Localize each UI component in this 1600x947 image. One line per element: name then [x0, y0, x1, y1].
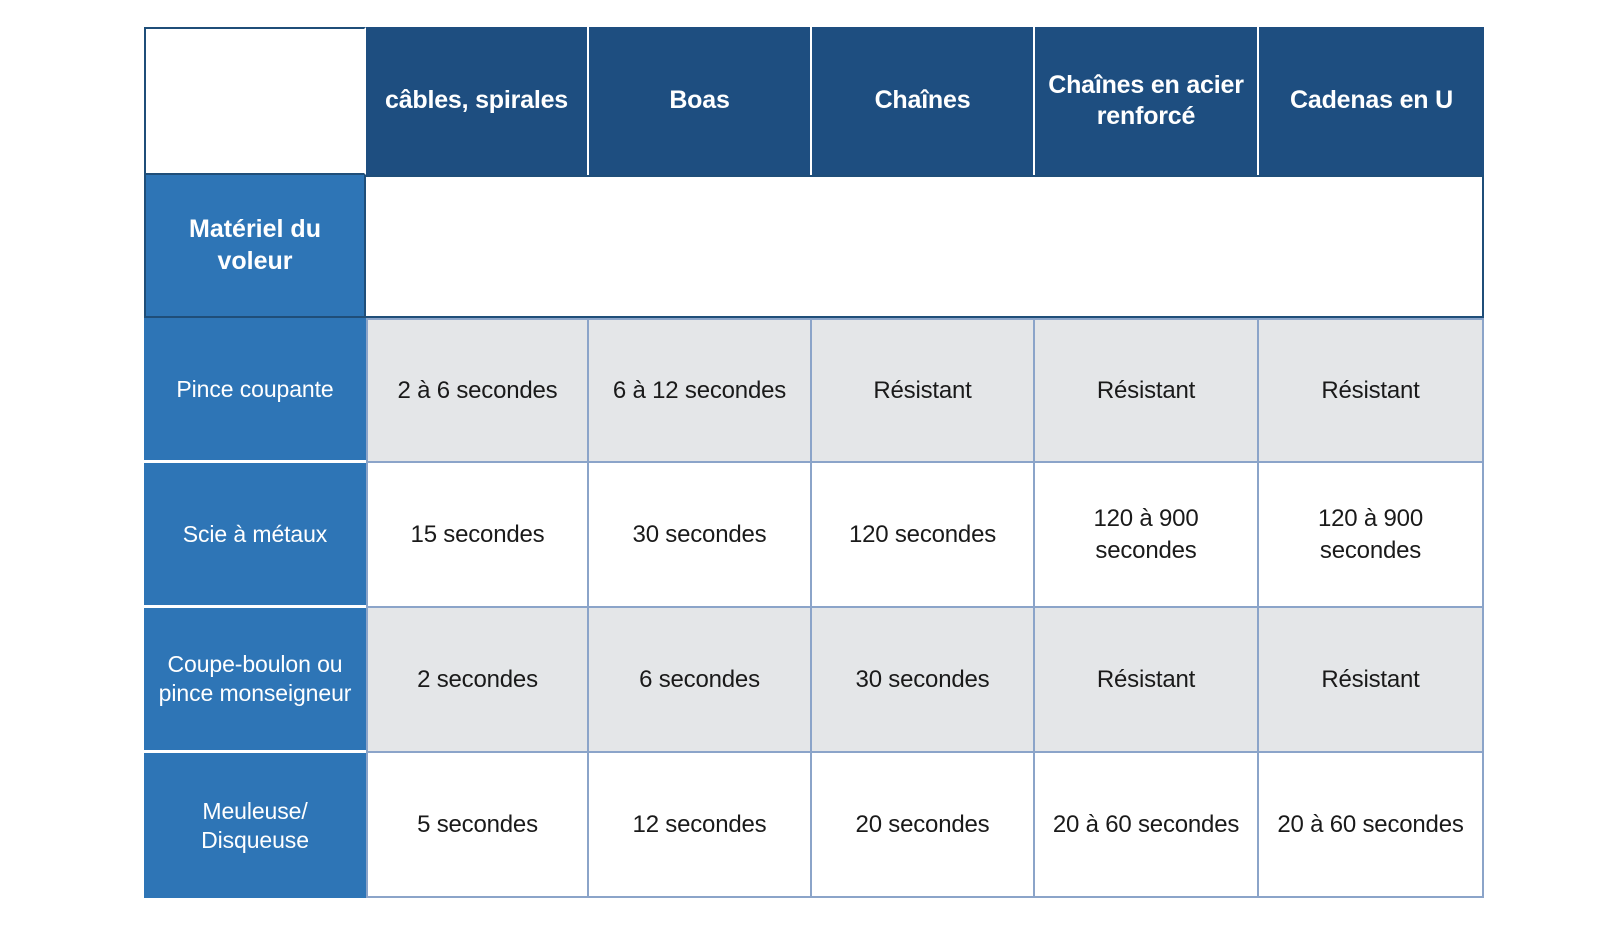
- table-row: Meuleuse/ Disqueuse 5 secondes 12 second…: [144, 753, 1484, 898]
- cell-scie-a-metaux-boas: 30 secondes: [589, 463, 812, 608]
- cell-scie-a-metaux-cables: 15 secondes: [366, 463, 589, 608]
- row-group-header-materiel-du-voleur: Matériel du voleur: [144, 175, 366, 318]
- cell-meuleuse-boas: 12 secondes: [589, 753, 812, 898]
- lock-resistance-table: câbles, spirales Boas Chaînes Chaînes en…: [144, 27, 1484, 898]
- table-row: Scie à métaux 15 secondes 30 secondes 12…: [144, 463, 1484, 608]
- cell-pince-coupante-chaines-acier: Résistant: [1035, 318, 1259, 463]
- column-header-boas: Boas: [589, 27, 812, 175]
- cell-meuleuse-cadenas-u: 20 à 60 secondes: [1259, 753, 1484, 898]
- table-row: Coupe-boulon ou pince monseigneur 2 seco…: [144, 608, 1484, 753]
- cell-pince-coupante-chaines: Résistant: [812, 318, 1035, 463]
- cell-coupe-boulon-boas: 6 secondes: [589, 608, 812, 753]
- table-row: Pince coupante 2 à 6 secondes 6 à 12 sec…: [144, 318, 1484, 463]
- cell-meuleuse-chaines-acier: 20 à 60 secondes: [1035, 753, 1259, 898]
- cell-coupe-boulon-cables: 2 secondes: [366, 608, 589, 753]
- row-label-meuleuse-disqueuse: Meuleuse/ Disqueuse: [144, 753, 366, 898]
- comparison-table-container: câbles, spirales Boas Chaînes Chaînes en…: [144, 27, 1484, 898]
- row-label-scie-a-metaux: Scie à métaux: [144, 463, 366, 608]
- cell-coupe-boulon-chaines-acier: Résistant: [1035, 608, 1259, 753]
- table-band-row: Matériel du voleur: [144, 175, 1484, 318]
- column-header-cadenas-en-u: Cadenas en U: [1259, 27, 1484, 175]
- header-corner-blank: [144, 27, 366, 175]
- column-header-chaines-acier-renforce: Chaînes en acier renforcé: [1035, 27, 1259, 175]
- table-header-row: câbles, spirales Boas Chaînes Chaînes en…: [144, 27, 1484, 175]
- cell-scie-a-metaux-chaines-acier: 120 à 900 secondes: [1035, 463, 1259, 608]
- cell-pince-coupante-cables: 2 à 6 secondes: [366, 318, 589, 463]
- cell-meuleuse-cables: 5 secondes: [366, 753, 589, 898]
- cell-coupe-boulon-chaines: 30 secondes: [812, 608, 1035, 753]
- band-empty-area: [366, 175, 1484, 318]
- cell-scie-a-metaux-cadenas-u: 120 à 900 secondes: [1259, 463, 1484, 608]
- column-header-cables-spirales: câbles, spirales: [366, 27, 589, 175]
- cell-scie-a-metaux-chaines: 120 secondes: [812, 463, 1035, 608]
- column-header-chaines: Chaînes: [812, 27, 1035, 175]
- cell-pince-coupante-boas: 6 à 12 secondes: [589, 318, 812, 463]
- cell-coupe-boulon-cadenas-u: Résistant: [1259, 608, 1484, 753]
- row-label-coupe-boulon: Coupe-boulon ou pince monseigneur: [144, 608, 366, 753]
- cell-meuleuse-chaines: 20 secondes: [812, 753, 1035, 898]
- cell-pince-coupante-cadenas-u: Résistant: [1259, 318, 1484, 463]
- row-label-pince-coupante: Pince coupante: [144, 318, 366, 463]
